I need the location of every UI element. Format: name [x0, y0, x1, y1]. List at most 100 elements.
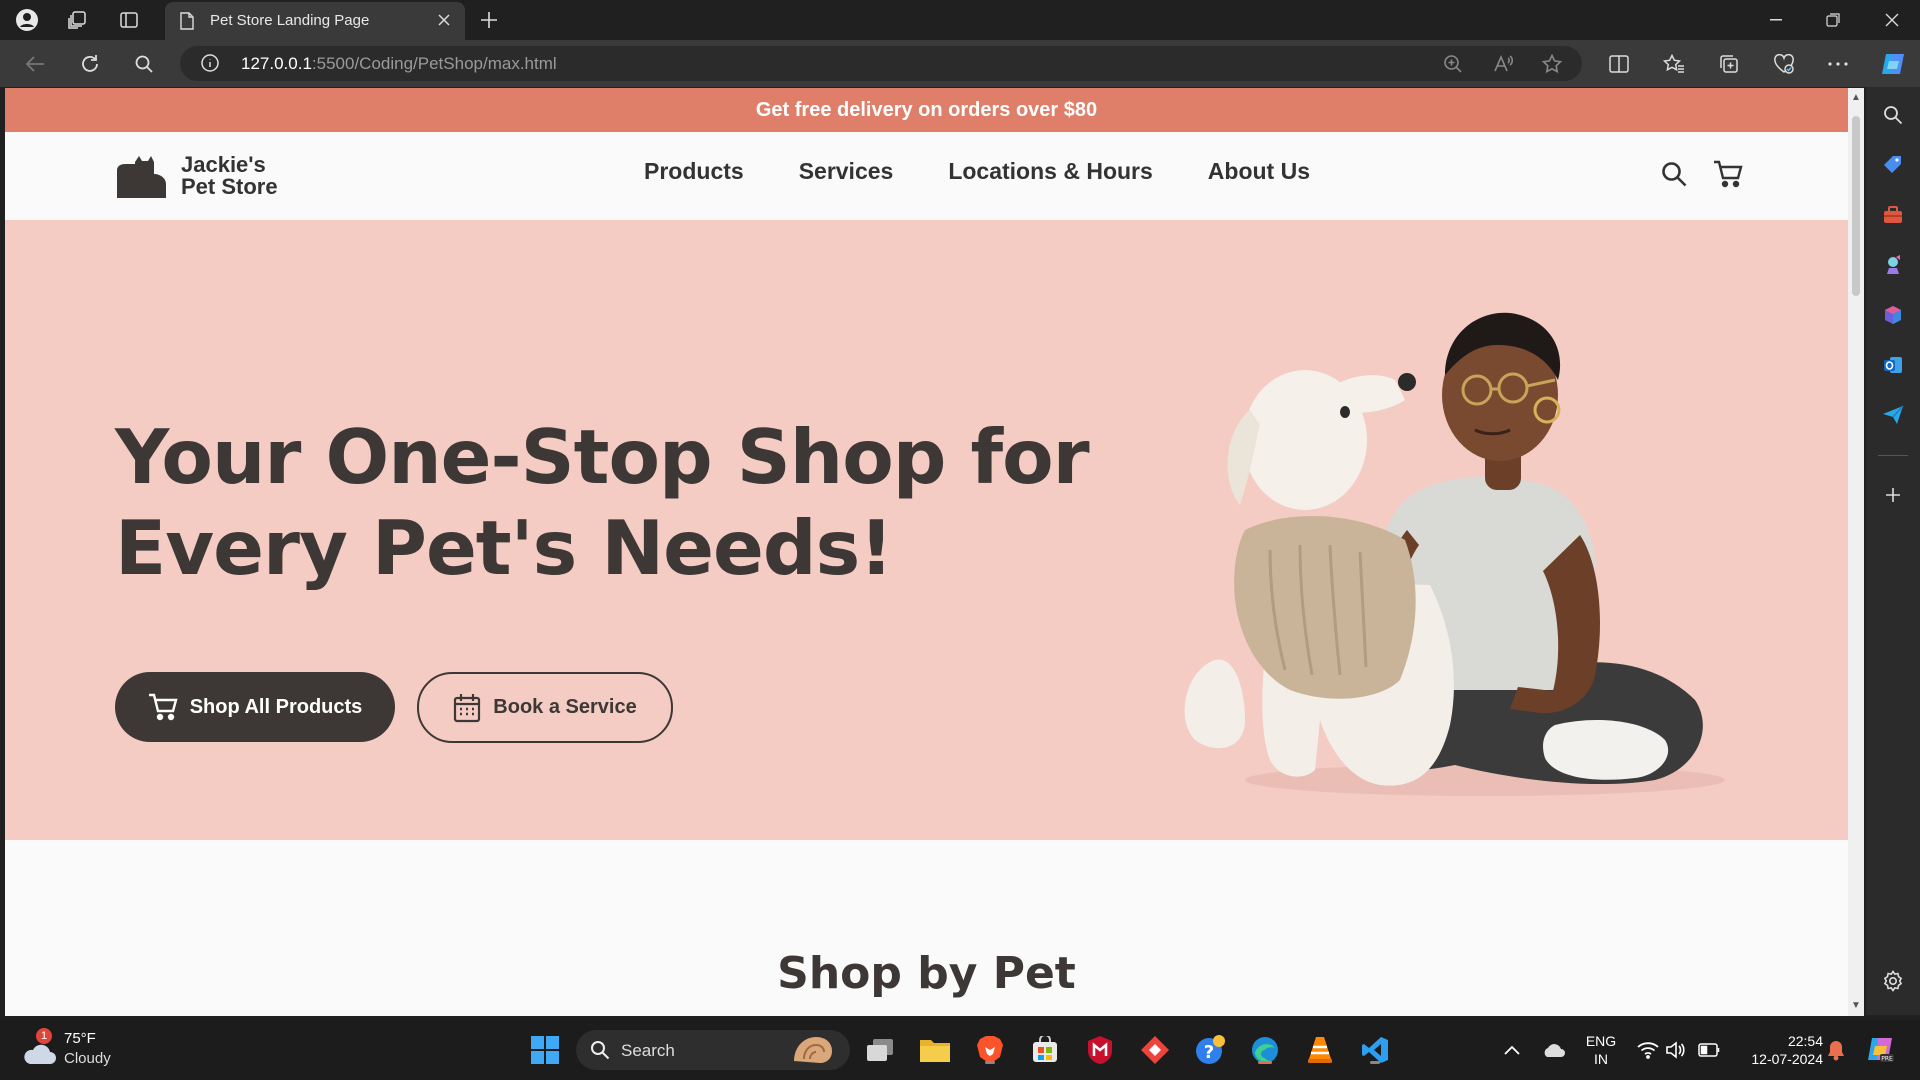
running-indicator: [985, 1061, 995, 1064]
anydesk-icon[interactable]: [1137, 1032, 1173, 1068]
windows-start-icon[interactable]: [527, 1032, 563, 1068]
language-indicator[interactable]: ENG IN: [1583, 1032, 1619, 1068]
copilot-pre-icon[interactable]: PRE: [1862, 1032, 1898, 1068]
scroll-down-icon[interactable]: ▼: [1851, 1000, 1861, 1011]
games-icon[interactable]: [1879, 251, 1907, 279]
vertical-tabs-icon[interactable]: [115, 6, 143, 34]
file-explorer-icon[interactable]: [917, 1032, 953, 1068]
sidebar-divider: [1878, 455, 1908, 456]
clock-date: 12-07-2024: [1751, 1051, 1823, 1067]
weather-condition: Cloudy: [64, 1050, 111, 1067]
minimize-icon[interactable]: [1748, 0, 1804, 40]
tab-title: Pet Store Landing Page: [210, 12, 370, 29]
split-screen-icon[interactable]: [1605, 50, 1633, 78]
new-tab-icon[interactable]: [475, 6, 503, 34]
page-viewport: Get free delivery on orders over $80 Jac…: [5, 88, 1848, 1016]
svg-text:PRE: PRE: [1881, 1056, 1893, 1063]
copilot-icon[interactable]: [1879, 50, 1907, 78]
shop-all-products-button[interactable]: Shop All Products: [115, 672, 395, 742]
book-a-service-button[interactable]: Book a Service: [417, 672, 673, 743]
onedrive-cloud-icon[interactable]: [1535, 1032, 1571, 1068]
notification-bell-icon[interactable]: [1818, 1032, 1854, 1068]
search-label: Search: [621, 1041, 675, 1060]
refresh-icon[interactable]: [76, 50, 104, 78]
edge-sidebar: [1866, 87, 1920, 1015]
brand-name-line1: Jackie's: [181, 152, 266, 177]
show-hidden-icons-chevron-icon[interactable]: [1494, 1032, 1530, 1068]
volume-icon[interactable]: [1657, 1032, 1693, 1068]
nav-services[interactable]: Services: [799, 158, 894, 185]
weather-temperature: 75°F: [64, 1030, 96, 1047]
restore-icon[interactable]: [1805, 0, 1861, 40]
nav-products[interactable]: Products: [644, 158, 744, 185]
add-sidebar-app-icon[interactable]: [1879, 481, 1907, 509]
site-info-icon[interactable]: [200, 53, 220, 78]
edge-browser-icon[interactable]: [1247, 1032, 1283, 1068]
task-view-icon[interactable]: [862, 1032, 898, 1068]
site-search-icon[interactable]: [1658, 158, 1690, 190]
tools-icon[interactable]: [1879, 201, 1907, 229]
brave-browser-icon[interactable]: [972, 1032, 1008, 1068]
svg-text:?: ?: [1204, 1042, 1214, 1063]
microsoft-365-icon[interactable]: [1879, 301, 1907, 329]
vlc-icon[interactable]: [1302, 1032, 1338, 1068]
clock-time: 22:54: [1787, 1033, 1823, 1049]
battery-icon[interactable]: [1691, 1032, 1727, 1068]
settings-gear-icon[interactable]: [1879, 967, 1907, 995]
main-navigation: Products Services Locations & Hours Abou…: [644, 158, 1365, 185]
workspaces-icon[interactable]: [63, 6, 91, 34]
favorite-star-icon[interactable]: [1540, 52, 1564, 76]
collections-icon[interactable]: [1715, 50, 1743, 78]
sidebar-search-icon[interactable]: [1879, 101, 1907, 129]
cart-icon: [148, 693, 178, 721]
tab-pet-store[interactable]: Pet Store Landing Page: [165, 2, 465, 40]
more-options-icon[interactable]: [1824, 50, 1852, 78]
taskbar-search[interactable]: Search: [576, 1030, 850, 1070]
close-window-icon[interactable]: [1864, 0, 1920, 40]
scrollbar-thumb[interactable]: [1852, 116, 1860, 296]
profile-icon[interactable]: [13, 6, 41, 34]
shop-by-pet-heading: Shop by Pet: [777, 948, 1076, 999]
outlook-icon[interactable]: [1879, 351, 1907, 379]
page-scrollbar[interactable]: ▲ ▼: [1848, 88, 1864, 1016]
weather-alert-badge: 1: [36, 1028, 52, 1044]
hero-title: Your One-Stop Shop for Every Pet's Needs…: [115, 413, 1090, 592]
clock[interactable]: 22:54 12-07-2024: [1733, 1032, 1823, 1068]
favorites-icon[interactable]: [1660, 50, 1688, 78]
page-icon: [179, 12, 195, 34]
promo-text: Get free delivery on orders over $80: [755, 98, 1098, 121]
pet-store-logo-icon: [117, 156, 166, 198]
brand-logo[interactable]: Jackie's Pet Store: [115, 154, 278, 198]
zoom-icon[interactable]: [1441, 52, 1465, 76]
active-indicator: [1258, 1061, 1272, 1064]
read-aloud-icon[interactable]: [1491, 52, 1515, 76]
running-indicator: [1370, 1061, 1380, 1064]
send-icon[interactable]: [1879, 401, 1907, 429]
nav-about-us[interactable]: About Us: [1208, 158, 1310, 185]
cart-icon[interactable]: [1712, 158, 1744, 190]
mcafee-icon[interactable]: [1082, 1032, 1118, 1068]
search-icon[interactable]: [130, 50, 158, 78]
browser-toolbar: 127.0.0.1:5500/Coding/PetShop/max.html: [0, 40, 1920, 87]
search-icon: [591, 1041, 610, 1060]
back-icon[interactable]: [21, 50, 49, 78]
browser-essentials-icon[interactable]: [1770, 50, 1798, 78]
address-bar[interactable]: 127.0.0.1:5500/Coding/PetShop/max.html: [180, 46, 1582, 81]
site-header: Jackie's Pet Store Products Services Loc…: [5, 132, 1848, 220]
url-text[interactable]: 127.0.0.1:5500/Coding/PetShop/max.html: [241, 54, 557, 74]
calendar-icon: [454, 693, 481, 722]
shopping-tag-icon[interactable]: [1879, 151, 1907, 179]
hero-section: Your One-Stop Shop for Every Pet's Needs…: [5, 220, 1848, 840]
promo-banner: Get free delivery on orders over $80: [5, 88, 1848, 132]
close-tab-icon[interactable]: [433, 9, 455, 31]
scroll-up-icon[interactable]: ▲: [1851, 92, 1861, 103]
tips-help-icon[interactable]: ?: [1192, 1032, 1228, 1068]
browser-tab-bar: Pet Store Landing Page: [0, 0, 1920, 40]
nav-locations-hours[interactable]: Locations & Hours: [948, 158, 1152, 185]
search-highlight-shell-icon: [794, 1037, 832, 1063]
hero-illustration: [1184, 312, 1725, 796]
vscode-icon[interactable]: [1357, 1032, 1393, 1068]
windows-taskbar: 1 75°F Cloudy Search ? ENG IN 22:54 12-0…: [0, 1020, 1920, 1080]
microsoft-store-icon[interactable]: [1027, 1032, 1063, 1068]
brand-name-line2: Pet Store: [181, 174, 278, 199]
